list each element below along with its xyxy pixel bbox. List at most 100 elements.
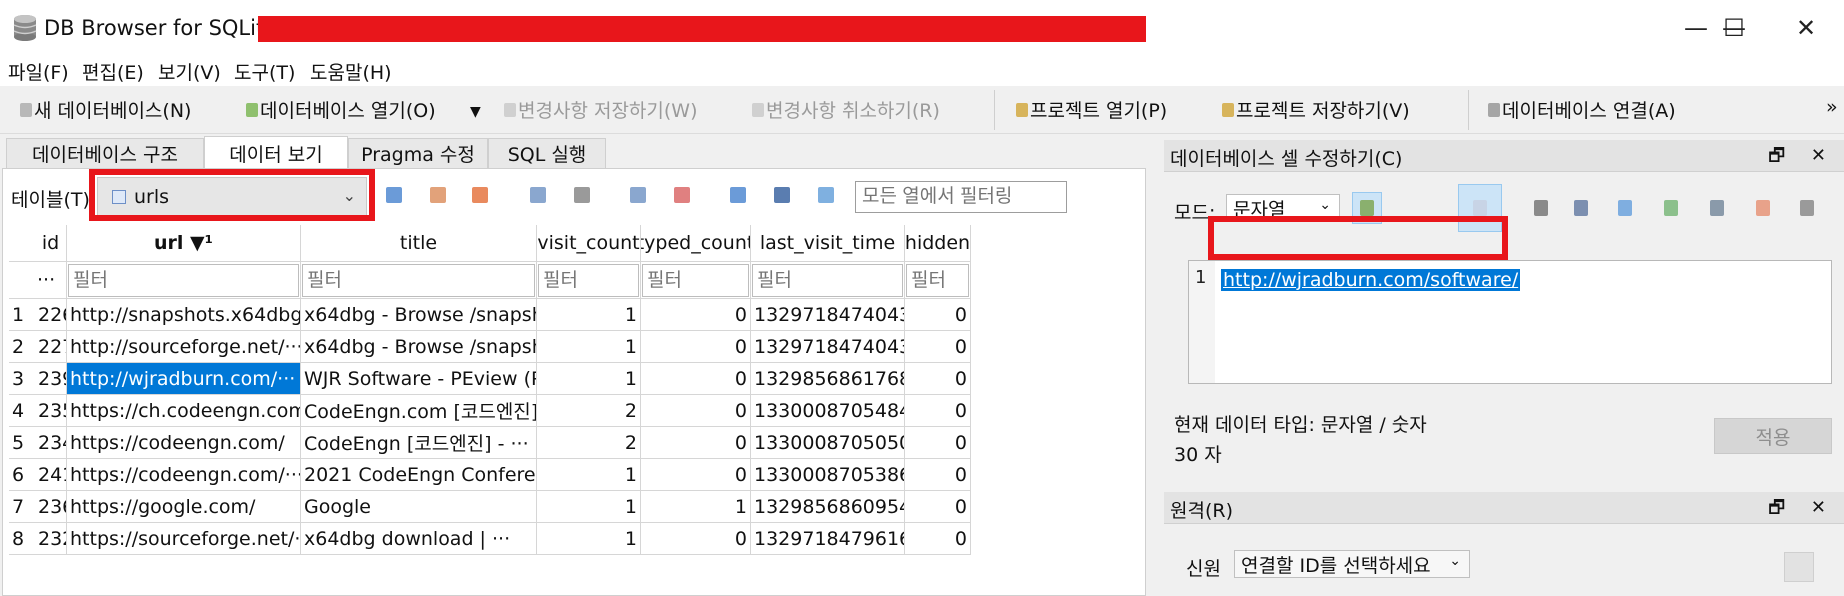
cell-id[interactable]: 226: [35, 299, 67, 331]
cell-title[interactable]: 2021 CodeEngn Conference ···: [301, 459, 537, 491]
row-number[interactable]: 8: [9, 523, 35, 555]
cell-title[interactable]: Google: [301, 491, 537, 523]
cell-visit-count[interactable]: 1: [537, 331, 641, 363]
filter-visit-count-input[interactable]: [538, 263, 639, 297]
cell-hidden[interactable]: 0: [905, 363, 971, 395]
cell-typed-count[interactable]: 1: [641, 491, 751, 523]
open-database-button[interactable]: 데이터베이스 열기(O): [246, 96, 436, 123]
cell-typed-count[interactable]: 0: [641, 395, 751, 427]
cell-hidden[interactable]: 0: [905, 459, 971, 491]
cell-url[interactable]: https://google.com/: [67, 491, 301, 523]
cell-url[interactable]: http://snapshots.x64dbg.com/: [67, 299, 301, 331]
panel-float-close-buttons[interactable]: 🗗 ✕: [1768, 143, 1836, 173]
cell-url[interactable]: http://sourceforge.net/···: [67, 331, 301, 363]
attach-database-button[interactable]: 데이터베이스 연결(A): [1488, 96, 1676, 123]
cell-typed-count[interactable]: 0: [641, 331, 751, 363]
row-number[interactable]: 3: [9, 363, 35, 395]
cell-last-visit-time[interactable]: 13298568617682864: [751, 363, 905, 395]
cell-hidden[interactable]: 0: [905, 299, 971, 331]
evaluate-button[interactable]: [1702, 192, 1732, 224]
row-number[interactable]: 2: [9, 331, 35, 363]
font-style-icon[interactable]: [727, 183, 749, 207]
column-header-hidden[interactable]: hidden: [905, 225, 971, 262]
cell-id[interactable]: 236: [35, 491, 67, 523]
cell-typed-count[interactable]: 0: [641, 523, 751, 555]
tab-database-structure[interactable]: 데이터베이스 구조: [6, 138, 204, 168]
cell-id[interactable]: 239: [35, 363, 67, 395]
cell-hidden[interactable]: 0: [905, 427, 971, 459]
tab-execute-sql[interactable]: SQL 실행: [488, 138, 606, 168]
column-header-url[interactable]: url ▼¹: [67, 225, 301, 262]
cell-typed-count[interactable]: 0: [641, 363, 751, 395]
menu-help[interactable]: 도움말(H): [310, 58, 392, 85]
delete-record-icon[interactable]: [671, 183, 693, 207]
filter-hidden-input[interactable]: [906, 263, 969, 297]
row-number[interactable]: 4: [9, 395, 35, 427]
save-table-icon[interactable]: [527, 183, 549, 207]
filter-url-input[interactable]: [68, 263, 299, 297]
insert-record-icon[interactable]: [627, 183, 649, 207]
cell-last-visit-time[interactable]: 13300087054843516: [751, 395, 905, 427]
cell-hidden[interactable]: 0: [905, 331, 971, 363]
menu-tools[interactable]: 도구(T): [234, 58, 295, 85]
cell-hidden[interactable]: 0: [905, 491, 971, 523]
row-number[interactable]: 7: [9, 491, 35, 523]
cell-visit-count[interactable]: 1: [537, 299, 641, 331]
cell-id[interactable]: 235: [35, 395, 67, 427]
format-icon[interactable]: [771, 183, 793, 207]
column-header-visit-count[interactable]: visit_count: [537, 225, 641, 262]
new-database-button[interactable]: 새 데이터베이스(N): [20, 96, 191, 123]
clear-sorting-icon[interactable]: [469, 183, 491, 207]
cell-visit-count[interactable]: 1: [537, 363, 641, 395]
panel-float-close-buttons[interactable]: 🗗 ✕: [1768, 495, 1836, 525]
column-header-typed-count[interactable]: typed_count: [641, 225, 751, 262]
set-null-button[interactable]: [1656, 192, 1686, 224]
cell-last-visit-time[interactable]: 13297184740433890: [751, 299, 905, 331]
column-header-id[interactable]: id: [35, 225, 67, 262]
filter-all-columns-input[interactable]: [855, 181, 1067, 213]
cell-title[interactable]: WJR Software - PEview (PE···: [301, 363, 537, 395]
save-project-button[interactable]: 프로젝트 저장하기(V): [1222, 96, 1410, 123]
cell-title[interactable]: x64dbg - Browse /snapshots···: [301, 331, 537, 363]
cell-typed-count[interactable]: 0: [641, 459, 751, 491]
cell-value[interactable]: http://wjradburn.com/software/: [1221, 269, 1521, 291]
column-header-title[interactable]: title: [301, 225, 537, 262]
cell-title[interactable]: x64dbg - Browse /snapshots···: [301, 299, 537, 331]
cell-id[interactable]: 234: [35, 427, 67, 459]
import-button[interactable]: [1566, 192, 1596, 224]
table-row[interactable]: 3239http://wjradburn.com/···WJR Software…: [9, 363, 1137, 395]
cell-last-visit-time[interactable]: 13297184740433890: [751, 331, 905, 363]
filter-rowid[interactable]: ···: [35, 262, 67, 299]
row-number[interactable]: 5: [9, 427, 35, 459]
open-project-button[interactable]: 프로젝트 열기(P): [1016, 96, 1167, 123]
row-number[interactable]: 6: [9, 459, 35, 491]
filter-title-input[interactable]: [302, 263, 535, 297]
open-database-dropdown[interactable]: ▼: [470, 104, 481, 120]
cell-visit-count[interactable]: 1: [537, 491, 641, 523]
cell-visit-count[interactable]: 2: [537, 427, 641, 459]
menu-view[interactable]: 보기(V): [158, 58, 221, 85]
cell-id[interactable]: 241: [35, 459, 67, 491]
cell-url[interactable]: http://wjradburn.com/···: [67, 363, 301, 395]
cell-title[interactable]: x64dbg download | ···: [301, 523, 537, 555]
cell-typed-count[interactable]: 0: [641, 299, 751, 331]
cell-last-visit-time[interactable]: 13298568609542057: [751, 491, 905, 523]
clear-button[interactable]: [1748, 192, 1778, 224]
cell-typed-count[interactable]: 0: [641, 427, 751, 459]
cell-url[interactable]: https://codeengn.com/: [67, 427, 301, 459]
cell-visit-count[interactable]: 1: [537, 459, 641, 491]
cell-id[interactable]: 227: [35, 331, 67, 363]
table-row[interactable]: 8232https://sourceforge.net/···x64dbg do…: [9, 523, 1137, 555]
print-cell-button[interactable]: [1792, 192, 1822, 224]
cell-url[interactable]: https://sourceforge.net/···: [67, 523, 301, 555]
menu-file[interactable]: 파일(F): [8, 58, 69, 85]
cell-title[interactable]: CodeEngn.com [코드엔진]: [301, 395, 537, 427]
cell-visit-count[interactable]: 2: [537, 395, 641, 427]
table-row[interactable]: 1 226http://snapshots.x64dbg.com/x64dbg -…: [9, 299, 1137, 331]
remote-connect-button[interactable]: [1784, 552, 1814, 582]
cell-last-visit-time[interactable]: 13300087050505743: [751, 427, 905, 459]
maximize-button[interactable]: ☐: [1696, 0, 1772, 56]
cell-url[interactable]: https://ch.codeengn.com/: [67, 395, 301, 427]
clear-filters-icon[interactable]: [427, 183, 449, 207]
table-row[interactable]: 4235https://ch.codeengn.com/CodeEngn.com…: [9, 395, 1137, 427]
